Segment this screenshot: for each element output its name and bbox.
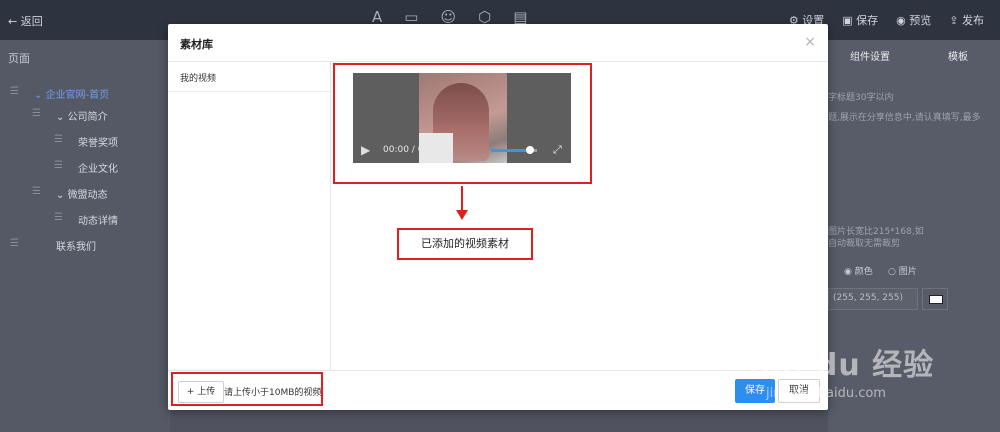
drag-handle-icon[interactable]: ☰: [54, 160, 63, 171]
color-input[interactable]: (255, 255, 255): [828, 288, 918, 310]
page-item-label: 动态详情: [78, 216, 118, 227]
material-category-sidebar: 我的视频: [168, 62, 331, 370]
page-item-label: 企业官网-首页: [45, 90, 110, 101]
radio-color[interactable]: ◉ 颜色: [844, 264, 873, 277]
close-icon[interactable]: ×: [804, 34, 816, 50]
preview-button[interactable]: ◉ 预览: [896, 12, 931, 28]
tab-component-settings[interactable]: 组件设置: [850, 48, 890, 63]
pages-panel-title: 页面: [8, 52, 30, 65]
swatch-preview: [929, 295, 943, 304]
page-item-label: 企业文化: [78, 164, 118, 175]
watermark-url: jingyan.baidu.com: [766, 386, 886, 401]
page-item-label: 微盟动态: [67, 190, 108, 201]
annotation-upload-highlight: [171, 372, 323, 406]
drag-handle-icon[interactable]: ☰: [54, 212, 63, 223]
modal-header: 素材库 ×: [168, 24, 828, 62]
annotation-video-highlight: [333, 63, 592, 184]
publish-button[interactable]: ⇪ 发布: [949, 12, 984, 28]
baidu-watermark: Bai du 经验 jingyan.baidu.com: [748, 340, 998, 420]
publish-label: 发布: [962, 14, 984, 27]
modal-title: 素材库: [180, 38, 213, 51]
color-swatch[interactable]: [922, 288, 948, 310]
category-my-videos[interactable]: 我的视频: [168, 62, 330, 92]
drag-handle-icon[interactable]: ☰: [10, 238, 19, 249]
save-top-button[interactable]: ▣ 保存: [842, 12, 878, 28]
radio-color-label: 颜色: [854, 267, 873, 277]
radio-image[interactable]: ○ 图片: [888, 264, 917, 277]
desc-placeholder: 题,展示在分享信息中,请认真填写,最多: [828, 113, 981, 123]
annotation-arrow-icon: [456, 210, 468, 220]
tab-template[interactable]: 模板: [948, 48, 968, 63]
watermark-brand: Bai du 经验: [748, 348, 935, 383]
drag-handle-icon[interactable]: ☰: [32, 186, 41, 197]
title-placeholder: 字标题30字以内: [828, 93, 894, 103]
back-label: 返回: [20, 15, 43, 28]
drag-handle-icon[interactable]: ☰: [32, 108, 41, 119]
annotation-arrow-line: [461, 186, 463, 212]
pages-panel: 页面 ☰ ⌄ 企业官网-首页 ☰ ⌄ 公司简介 ☰ 荣誉奖项 ☰ 企业文化 ☰ …: [0, 40, 170, 432]
preview-label: 预览: [909, 14, 932, 27]
page-item-label: 荣誉奖项: [78, 138, 118, 149]
radio-image-label: 图片: [898, 267, 917, 277]
annotation-label: 已添加的视频素材: [397, 228, 533, 260]
save-top-label: 保存: [856, 14, 879, 27]
drag-handle-icon[interactable]: ☰: [10, 86, 19, 97]
page-item-label: 公司简介: [67, 112, 108, 123]
page-item-label: 联系我们: [56, 242, 96, 253]
image-hint-2: 自动裁取无需裁剪: [828, 239, 901, 249]
drag-handle-icon[interactable]: ☰: [54, 134, 63, 145]
back-link[interactable]: ← 返回: [8, 13, 43, 29]
